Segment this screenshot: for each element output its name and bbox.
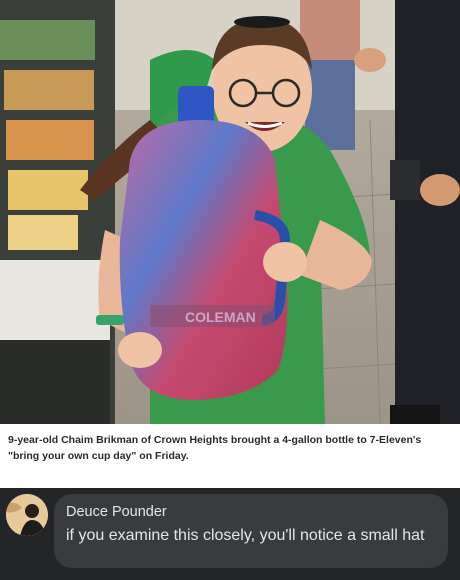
bottle-label-text: COLEMAN (185, 309, 256, 325)
photo-scene: COLEMAN (0, 0, 460, 424)
background-person-right (390, 0, 460, 424)
avatar-icon (6, 494, 48, 536)
post-photo[interactable]: COLEMAN (0, 0, 460, 424)
commenter-avatar[interactable] (6, 494, 48, 536)
food-display-case (0, 0, 115, 424)
photo-caption: 9-year-old Chaim Brikman of Crown Height… (8, 434, 422, 462)
comment-bubble: Deuce Pounder if you examine this closel… (54, 494, 448, 568)
comment-author[interactable]: Deuce Pounder (66, 504, 167, 520)
comment-text: if you examine this closely, you'll noti… (66, 527, 425, 544)
caption-area: 9-year-old Chaim Brikman of Crown Height… (0, 424, 460, 488)
